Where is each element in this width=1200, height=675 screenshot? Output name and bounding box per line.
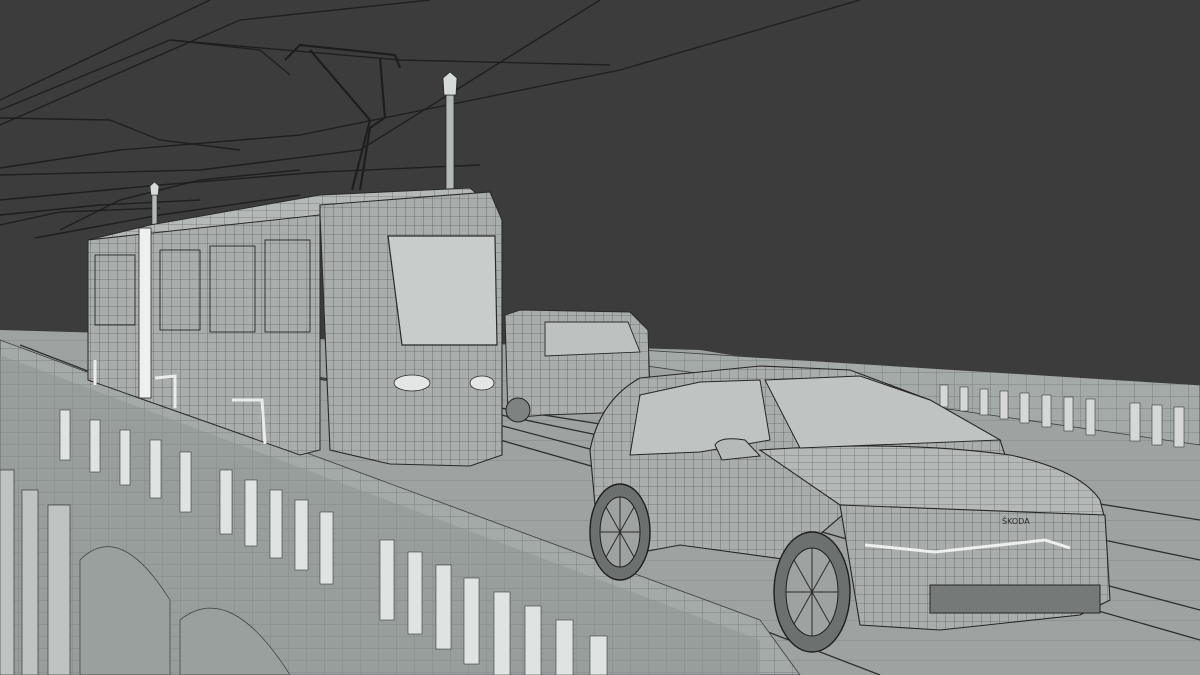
car-grille xyxy=(929,584,1101,614)
wireframe-scene: ŠKODA xyxy=(0,0,1200,675)
tram-windshield xyxy=(387,235,498,346)
car-wheel-rear xyxy=(589,483,651,581)
car-badge: ŠKODA xyxy=(1002,515,1030,526)
van-wheel xyxy=(505,397,531,423)
car-wheel-front xyxy=(773,531,851,653)
van-windshield xyxy=(544,321,641,357)
tram-door-stripe xyxy=(138,227,152,399)
